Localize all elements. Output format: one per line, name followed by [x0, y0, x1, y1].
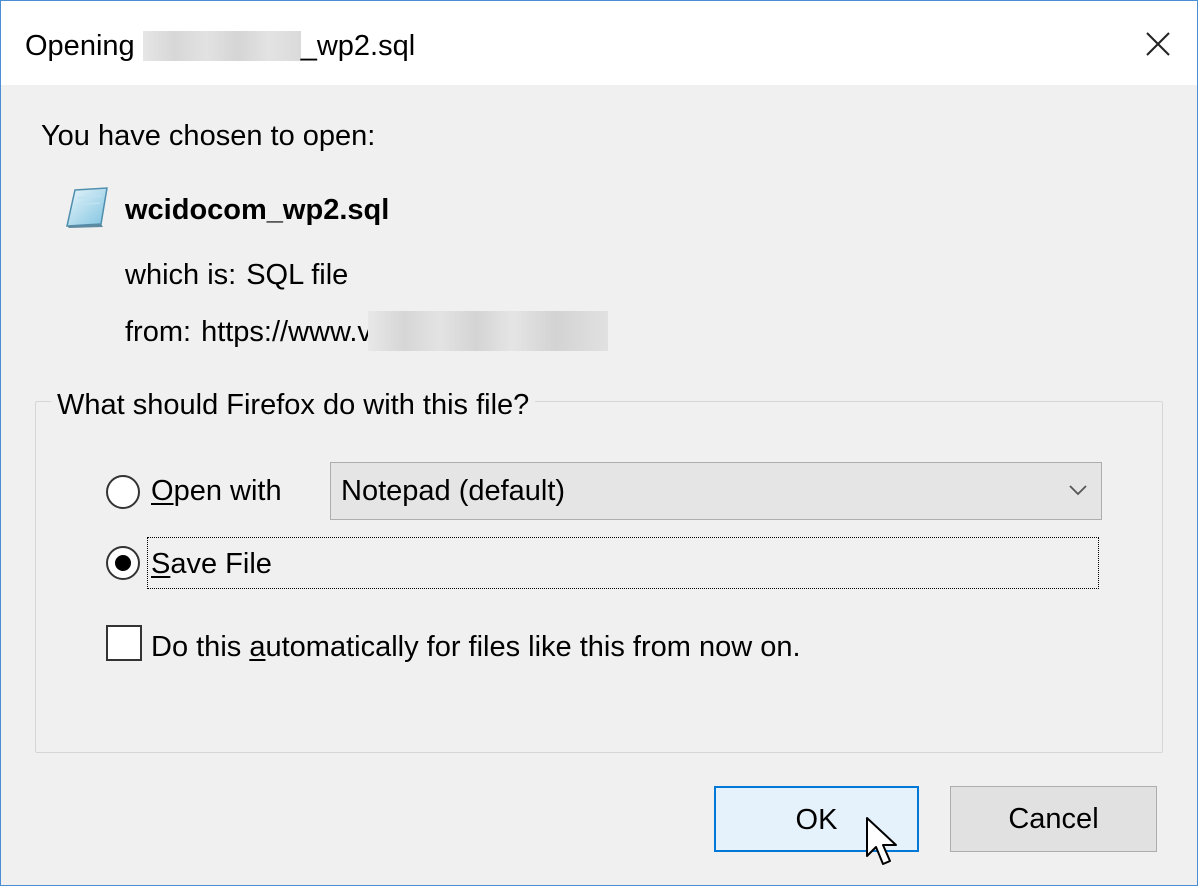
redacted-url-segment — [367, 311, 608, 351]
title-prefix: Opening — [25, 30, 143, 62]
application-select[interactable]: Notepad (default) — [330, 462, 1102, 520]
chevron-down-icon — [1069, 485, 1087, 496]
from-label: from: — [125, 316, 192, 348]
open-with-label[interactable]: Open with — [151, 473, 282, 509]
close-icon — [1146, 32, 1170, 56]
file-name: wcidocom_wp2.sql — [125, 194, 390, 226]
save-file-accelerator: S — [151, 548, 171, 580]
intro-text: You have chosen to open: — [41, 120, 376, 152]
close-button[interactable] — [1137, 23, 1179, 65]
document-icon — [66, 187, 108, 228]
firefox-download-dialog: Opening _wp2.sql You have chosen to open… — [0, 0, 1198, 886]
save-file-label[interactable]: Save File — [151, 546, 272, 582]
application-select-value: Notepad (default) — [341, 475, 566, 507]
title-suffix: _wp2.sql — [300, 30, 416, 62]
auto-action-checkbox[interactable] — [106, 625, 142, 661]
auto-action-label[interactable]: Do this automatically for files like thi… — [151, 629, 801, 665]
open-with-radio[interactable] — [106, 475, 140, 509]
file-type-row: which is: SQL file — [125, 257, 348, 293]
radio-selected-dot — [115, 555, 131, 571]
auto-action-accelerator: a — [249, 631, 266, 663]
redacted-title-segment — [142, 31, 301, 61]
title-bar: Opening _wp2.sql — [1, 1, 1197, 85]
save-file-radio[interactable] — [106, 546, 140, 580]
source-url: https://www.v — [201, 316, 372, 348]
cancel-button[interactable]: Cancel — [950, 786, 1157, 852]
file-type-value: SQL file — [246, 259, 349, 291]
window-title: Opening _wp2.sql — [25, 29, 415, 63]
which-label: which is: — [125, 259, 237, 291]
action-group-legend: What should Firefox do with this file? — [51, 387, 536, 423]
open-with-accelerator: O — [151, 475, 174, 507]
ok-button[interactable]: OK — [714, 786, 919, 852]
file-source-row: from: https://www.v — [125, 311, 608, 351]
